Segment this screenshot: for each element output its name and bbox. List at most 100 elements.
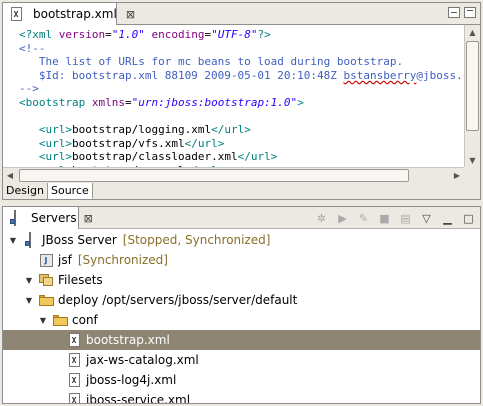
stop-icon[interactable]: ■: [377, 211, 392, 226]
tree-item-icon: X: [66, 392, 82, 403]
source-text-area[interactable]: <?xml version="1.0" encoding="UTF-8"?> <!…: [3, 25, 464, 167]
web-module-icon: J: [39, 253, 53, 267]
xml-file-icon: X: [68, 353, 80, 367]
code-line: <?xml version="1.0" encoding="UTF-8"?>: [19, 28, 464, 42]
folder-icon: [52, 314, 68, 326]
xml-editor-pane: X bootstrap.xml ⊠ <?xml version="1.0" en…: [2, 2, 481, 200]
tab-servers[interactable]: Servers ⊠: [3, 207, 93, 229]
code-token: <url>: [38, 136, 72, 150]
tree-item[interactable]: Jjsf [Synchronized]: [3, 250, 480, 270]
servers-view: Servers ⊠ ✲ ▶ ✎ ■ ▤ ▽ ▁ □ ▼ JBoss Server […: [2, 206, 481, 404]
code-token: </url>: [184, 136, 225, 150]
code-line: <url>bootstrap/classloader.xml</url>: [19, 150, 464, 164]
scroll-left-icon[interactable]: ◀: [3, 168, 17, 183]
tree-item[interactable]: ▼ deploy /opt/servers/jboss/server/defaul…: [3, 290, 480, 310]
tree-item-status: [Synchronized]: [77, 253, 168, 267]
tab-source[interactable]: Source: [47, 183, 93, 199]
editor-mode-tabs: Design Source: [3, 183, 480, 199]
scroll-down-icon[interactable]: ▼: [465, 153, 480, 167]
xml-file-icon: X: [68, 333, 80, 347]
xml-file-icon: X: [68, 393, 80, 403]
profile-icon[interactable]: ✎: [356, 211, 371, 226]
code-line: <!--: [19, 42, 464, 56]
servers-tab-label: Servers: [31, 211, 77, 225]
xml-file-icon: X: [68, 373, 80, 387]
tree-item[interactable]: Xjboss-log4j.xml: [3, 370, 480, 390]
view-menu-icon[interactable]: ▽: [419, 211, 434, 226]
start-icon[interactable]: ▶: [335, 211, 350, 226]
scroll-up-icon[interactable]: ▲: [465, 25, 480, 39]
tree-item-icon: X: [66, 332, 82, 348]
expand-toggle-icon[interactable]: ▼: [23, 274, 35, 286]
code-line: <url>bootstrap/vfs.xml</url>: [19, 137, 464, 151]
code-token: bootstrap/logging.xml: [72, 123, 212, 137]
expand-toggle-icon[interactable]: ▼: [23, 294, 35, 306]
horizontal-scroll-thumb[interactable]: [19, 169, 409, 182]
code-token: version: [58, 28, 106, 41]
xml-file-icon: X: [8, 6, 24, 22]
servers-toolbar: ✲ ▶ ✎ ■ ▤ ▽ ▁ □: [314, 210, 476, 226]
code-token: <url>: [38, 123, 72, 137]
code-token: </url>: [211, 123, 251, 137]
tree-item[interactable]: ▼ Filesets: [3, 270, 480, 290]
scrollbar-corner: [464, 167, 480, 183]
publish-icon[interactable]: ▤: [398, 211, 413, 226]
tree-item-icon: [38, 292, 54, 308]
tree-item-icon: [38, 272, 54, 288]
tree-item[interactable]: Xbootstrap.xml: [3, 330, 480, 350]
tree-item[interactable]: ▼ JBoss Server [Stopped, Synchronized]: [3, 230, 480, 250]
code-token: bootstrap/classloader.xml: [72, 150, 238, 164]
close-icon[interactable]: ⊠: [84, 212, 93, 225]
vertical-scroll-thumb[interactable]: [466, 41, 479, 131]
editor-tab-bootstrap-xml[interactable]: X bootstrap.xml ⊠: [3, 3, 135, 25]
code-token: "urn:jboss:bootstrap:1.0": [131, 95, 298, 109]
scroll-right-icon[interactable]: ▶: [450, 168, 464, 183]
servers-tree: ▼ JBoss Server [Stopped, Synchronized] Jjsf…: [3, 230, 480, 403]
tree-item[interactable]: ▼ conf: [3, 310, 480, 330]
tree-item-label: deploy /opt/servers/jboss/server/default: [58, 293, 298, 307]
code-token: encoding: [151, 28, 205, 41]
tree-item-label: jboss-log4j.xml: [86, 373, 177, 387]
editor-tab-bar: X bootstrap.xml ⊠: [3, 3, 480, 25]
vertical-scrollbar[interactable]: ▲ ▼: [464, 25, 480, 167]
code-token: bootstrap/vfs.xml: [72, 136, 185, 150]
tree-item[interactable]: Xjboss-service.xml: [3, 390, 480, 403]
expand-toggle-icon[interactable]: ▼: [7, 234, 19, 246]
code-token: <bootstrap: [19, 95, 92, 109]
minimize-editor-icon[interactable]: [448, 7, 460, 18]
close-icon[interactable]: ⊠: [126, 8, 135, 21]
editor-tab-label: bootstrap.xml: [33, 7, 117, 21]
servers-view-icon: [7, 210, 23, 226]
code-line: <bootstrap xmlns="urn:jboss:bootstrap:1.…: [19, 96, 464, 110]
tree-item-icon: X: [66, 372, 82, 388]
tree-item-status: [Stopped, Synchronized]: [122, 233, 271, 247]
code-line: $Id: bootstrap.xml 88109 2009-05-01 20:1…: [19, 69, 464, 83]
tree-item-label: conf: [72, 313, 98, 327]
maximize-editor-icon[interactable]: [464, 7, 476, 18]
code-line: -->: [19, 82, 464, 96]
code-token: "1.0": [111, 28, 145, 41]
code-token: bstansberry: [343, 68, 417, 82]
code-token: ?>: [257, 28, 271, 41]
folder-icon: [38, 294, 54, 306]
horizontal-scrollbar[interactable]: ◀ ▶: [3, 167, 464, 183]
expand-toggle-icon[interactable]: ▼: [37, 314, 49, 326]
debug-icon[interactable]: ✲: [314, 211, 329, 226]
maximize-view-icon[interactable]: □: [461, 211, 476, 226]
tree-item[interactable]: Xjax-ws-catalog.xml: [3, 350, 480, 370]
xml-source-code: <?xml version="1.0" encoding="UTF-8"?> <!…: [3, 25, 464, 167]
code-token: =: [124, 95, 132, 109]
tree-item-label: bootstrap.xml: [86, 333, 170, 347]
minimize-view-icon[interactable]: ▁: [440, 211, 455, 226]
code-token: <?xml: [19, 28, 59, 41]
tab-design[interactable]: Design: [3, 183, 48, 199]
tree-item-icon: [52, 312, 68, 328]
code-token: @jboss.c: [416, 68, 464, 82]
server-icon: [25, 232, 31, 248]
